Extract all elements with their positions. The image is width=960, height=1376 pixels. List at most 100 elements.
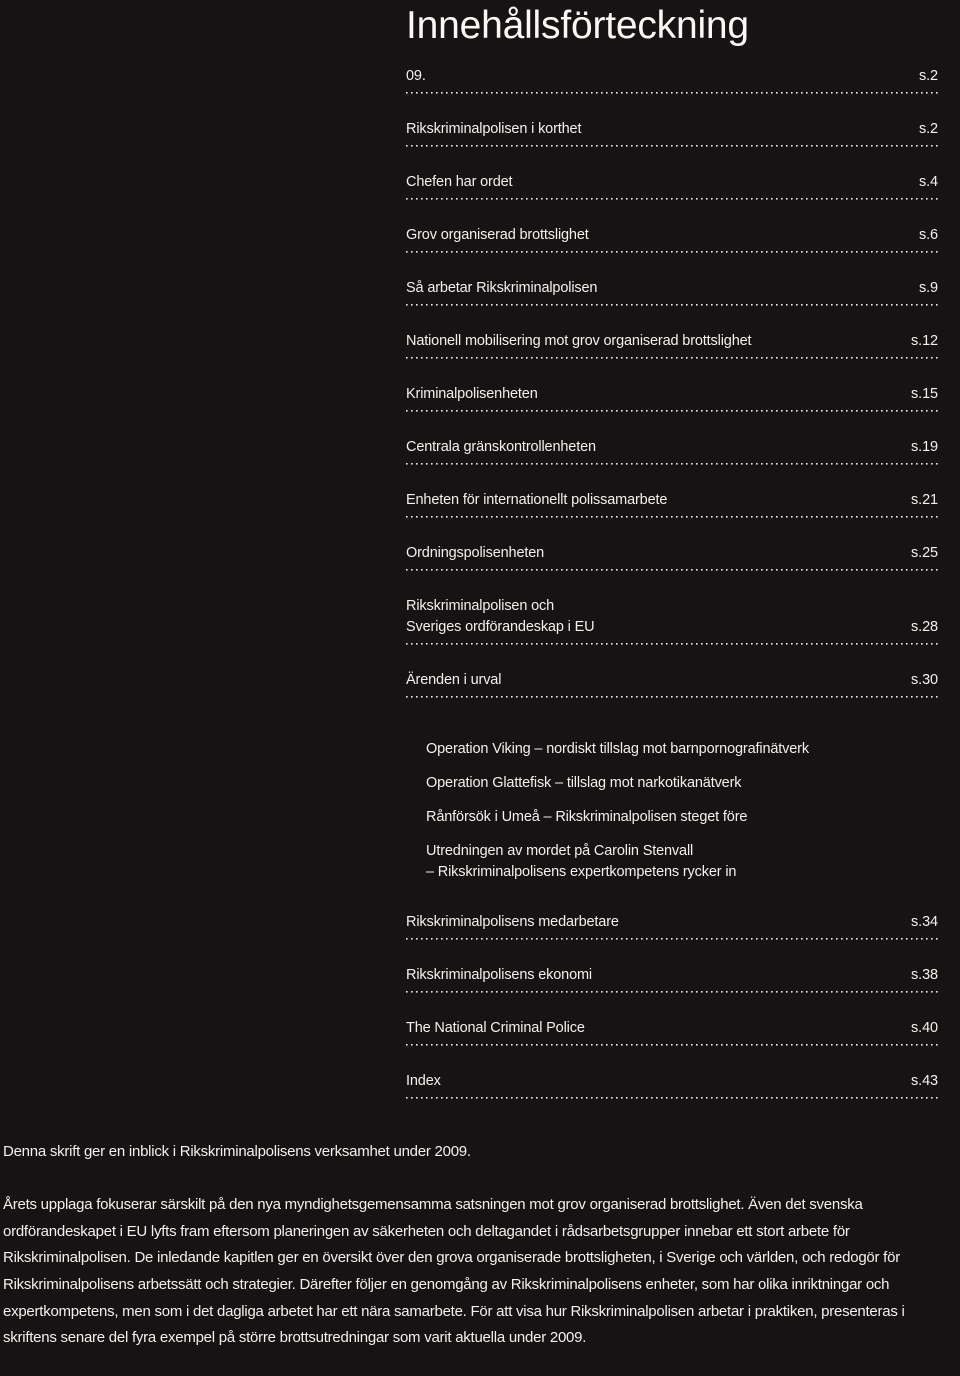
intro-lead-paragraph: Denna skrift ger en inblick i Rikskrimin… [3, 1143, 471, 1160]
dotted-leader [406, 1044, 938, 1046]
toc-entry[interactable]: Centrala gränskontrollenheten s.19 [406, 437, 938, 465]
toc-entry[interactable]: Rikskriminalpolisens medarbetare s.34 [406, 912, 938, 940]
toc-row-spacer [406, 306, 938, 331]
toc-entry-line: Index s.43 [406, 1071, 938, 1092]
toc-entry-label: Rikskriminalpolisens ekonomi [406, 967, 592, 983]
toc-entry-lines: Ärenden i urval s.30 [406, 670, 938, 691]
toc-sub-spacer [406, 723, 938, 739]
toc-entry[interactable]: 09. s.2 [406, 66, 938, 94]
toc-entry-line: Ärenden i urval s.30 [406, 670, 938, 691]
toc-entry-page-number: s.12 [910, 333, 938, 349]
toc-entry-label: Index [406, 1073, 441, 1089]
toc-row-spacer [406, 253, 938, 278]
toc-row-spacer [406, 412, 938, 437]
dotted-leader [406, 696, 938, 698]
table-of-contents: 09. s.2 Rikskriminalpolisen i korthet s.2 Ch… [406, 66, 938, 1124]
toc-section-spacer [406, 896, 938, 912]
toc-entry-line: Chefen har ordet s.4 [406, 172, 938, 193]
toc-entry[interactable]: Rikskriminalpolisen i korthet s.2 [406, 119, 938, 147]
toc-sub-entry-line: Rånförsök i Umeå – Rikskriminalpolisen s… [426, 809, 748, 825]
toc-row-spacer [406, 645, 938, 670]
toc-entry-line: Rikskriminalpolisen och [406, 596, 938, 617]
toc-entry-page-number: s.9 [918, 280, 938, 296]
toc-row-spacer [406, 359, 938, 384]
toc-entry-lines: The National Criminal Police s.40 [406, 1018, 938, 1039]
toc-entry-label: Nationell mobilisering mot grov organise… [406, 333, 752, 349]
toc-entry-page-number: s.43 [910, 1073, 938, 1089]
toc-entry-line: Sveriges ordförandeskap i EU s.28 [406, 617, 938, 638]
toc-row-spacer [406, 200, 938, 225]
toc-entry-label: Enheten för internationellt polissamarbe… [406, 492, 668, 508]
toc-entry-label: Sveriges ordförandeskap i EU [406, 619, 595, 635]
toc-entry-line: Grov organiserad brottslighet s.6 [406, 225, 938, 246]
dotted-leader [406, 643, 938, 645]
toc-entry[interactable]: Grov organiserad brottslighet s.6 [406, 225, 938, 253]
toc-row-spacer [406, 94, 938, 119]
toc-entry-lines: Rikskriminalpolisens medarbetare s.34 [406, 912, 938, 933]
toc-entry-page-number: s.28 [910, 619, 938, 635]
toc-entry-page-number: s.40 [910, 1020, 938, 1036]
dotted-leader [406, 304, 938, 306]
toc-row-spacer [406, 465, 938, 490]
toc-sub-row-spacer [406, 794, 938, 807]
toc-entry[interactable]: Ordningspolisenheten s.25 [406, 543, 938, 571]
toc-entry-line: Enheten för internationellt polissamarbe… [406, 490, 938, 511]
toc-entry-line: Centrala gränskontrollenheten s.19 [406, 437, 938, 458]
toc-sub-entry-line: – Rikskriminalpolisens expertkompetens r… [426, 864, 737, 880]
toc-entry[interactable]: Chefen har ordet s.4 [406, 172, 938, 200]
toc-row-spacer [406, 993, 938, 1018]
page-title: Innehållsförteckning [406, 4, 749, 47]
toc-entry-lines: Index s.43 [406, 1071, 938, 1092]
toc-sub-entry-line: Utredningen av mordet på Carolin Stenval… [426, 843, 694, 859]
toc-entry-line: Kriminalpolisenheten s.15 [406, 384, 938, 405]
toc-entry-page-number: s.15 [910, 386, 938, 402]
toc-page: Innehållsförteckning 09. s.2 Rikskriminalp… [0, 0, 960, 1376]
toc-entry[interactable]: Index s.43 [406, 1071, 938, 1099]
toc-entry-line: 09. s.2 [406, 66, 938, 87]
toc-entry-lines: 09. s.2 [406, 66, 938, 87]
dotted-leader [406, 357, 938, 359]
toc-sub-entry[interactable]: Rånförsök i Umeå – Rikskriminalpolisen s… [406, 807, 938, 828]
toc-entry-page-number: s.34 [910, 914, 938, 930]
toc-entry[interactable]: Så arbetar Rikskriminalpolisen s.9 [406, 278, 938, 306]
toc-entry-page-number: s.30 [910, 672, 938, 688]
toc-entry-page-number: s.19 [910, 439, 938, 455]
toc-row-spacer [406, 1099, 938, 1124]
toc-entry-lines: Chefen har ordet s.4 [406, 172, 938, 193]
toc-entry-lines: Rikskriminalpolisens ekonomi s.38 [406, 965, 938, 986]
toc-entry[interactable]: Kriminalpolisenheten s.15 [406, 384, 938, 412]
toc-entry[interactable]: Nationell mobilisering mot grov organise… [406, 331, 938, 359]
dotted-leader [406, 92, 938, 94]
toc-entry-label: Kriminalpolisenheten [406, 386, 538, 402]
toc-entry[interactable]: Rikskriminalpolisens ekonomi s.38 [406, 965, 938, 993]
toc-entry-label: Rikskriminalpolisen och [406, 598, 555, 614]
toc-entry[interactable]: Rikskriminalpolisen och Sveriges ordföran… [406, 596, 938, 645]
toc-entry-page-number: s.25 [910, 545, 938, 561]
toc-sub-entry-line: Operation Viking – nordiskt tillslag mot… [426, 741, 809, 757]
dotted-leader [406, 251, 938, 253]
toc-entry-label: Rikskriminalpolisen i korthet [406, 121, 582, 137]
toc-row-spacer [406, 518, 938, 543]
toc-entry-lines: Rikskriminalpolisen i korthet s.2 [406, 119, 938, 140]
dotted-leader [406, 938, 938, 940]
toc-entry[interactable]: Enheten för internationellt polissamarbe… [406, 490, 938, 518]
toc-sub-row-spacer [406, 883, 938, 896]
toc-entry-label: Chefen har ordet [406, 174, 513, 190]
toc-sub-entry[interactable]: Operation Glattefisk – tillslag mot nark… [406, 773, 938, 794]
toc-entry[interactable]: Ärenden i urval s.30 [406, 670, 938, 698]
toc-row-spacer [406, 571, 938, 596]
toc-entry-label: Centrala gränskontrollenheten [406, 439, 596, 455]
intro-text-block: Denna skrift ger en inblick i Rikskrimin… [3, 1139, 957, 1352]
toc-entry-lines: Enheten för internationellt polissamarbe… [406, 490, 938, 511]
toc-sub-entry[interactable]: Operation Viking – nordiskt tillslag mot… [406, 739, 938, 760]
dotted-leader [406, 991, 938, 993]
dotted-leader [406, 410, 938, 412]
toc-sub-row-spacer [406, 760, 938, 773]
toc-entry[interactable]: The National Criminal Police s.40 [406, 1018, 938, 1046]
toc-sub-entry[interactable]: Utredningen av mordet på Carolin Stenval… [406, 841, 938, 883]
toc-entry-label: Grov organiserad brottslighet [406, 227, 589, 243]
toc-entry-line: Rikskriminalpolisen i korthet s.2 [406, 119, 938, 140]
toc-entry-page-number: s.38 [910, 967, 938, 983]
dotted-leader [406, 1097, 938, 1099]
dotted-leader [406, 145, 938, 147]
